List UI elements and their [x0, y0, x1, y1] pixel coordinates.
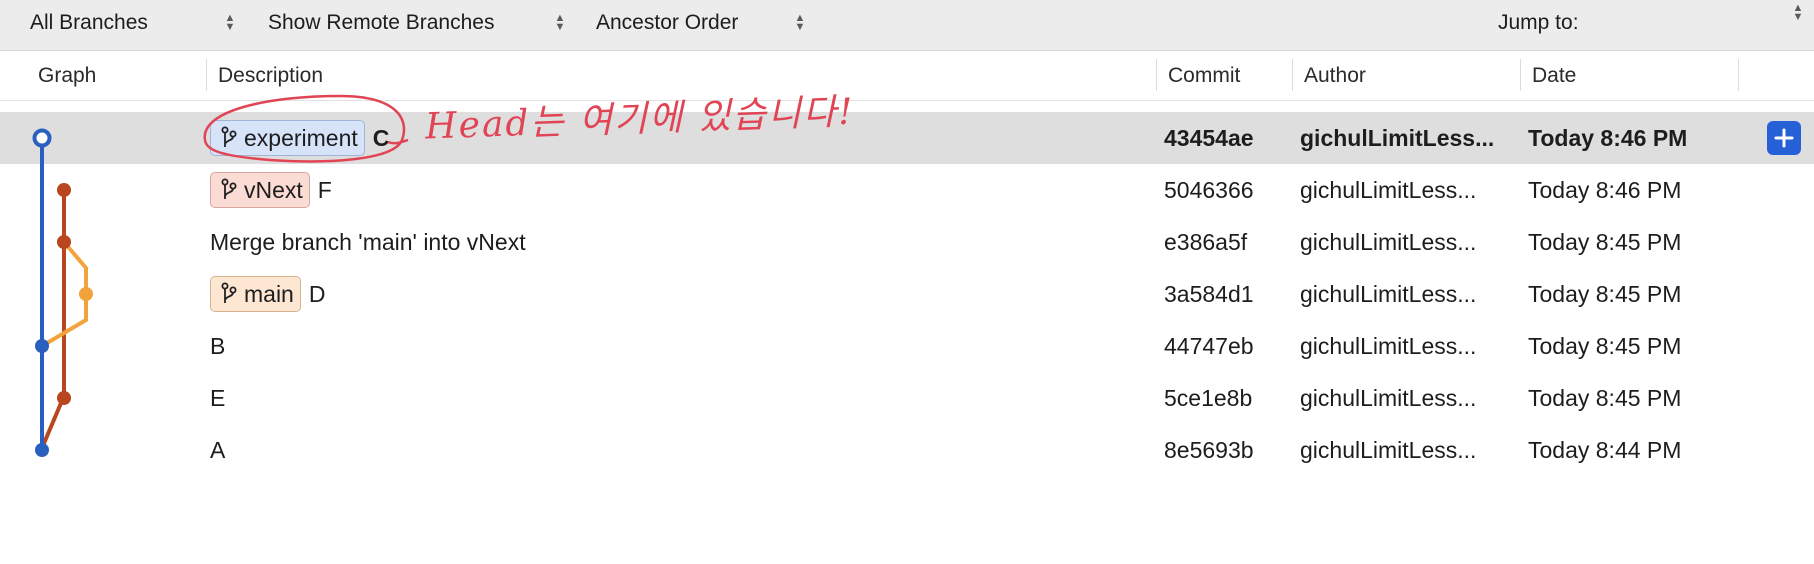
- commit-message: C: [372, 124, 390, 151]
- commit-row[interactable]: E 5ce1e8b gichulLimitLess... Today 8:45 …: [0, 372, 1814, 424]
- plus-icon: [1774, 128, 1794, 148]
- commit-node-head: [32, 128, 52, 148]
- branch-icon: [221, 178, 237, 199]
- column-commit[interactable]: Commit: [1168, 51, 1240, 100]
- description-cell: E: [210, 372, 225, 424]
- commit-row[interactable]: Merge branch 'main' into vNext e386a5f g…: [0, 216, 1814, 268]
- column-description[interactable]: Description: [218, 51, 323, 100]
- commit-author: gichulLimitLess...: [1300, 333, 1477, 359]
- commit-node: [35, 443, 49, 457]
- description-cell: experiment C: [210, 112, 389, 164]
- commit-author: gichulLimitLess...: [1300, 229, 1477, 255]
- commit-message: D: [308, 280, 326, 307]
- column-divider[interactable]: [1520, 59, 1521, 91]
- commit-date: Today 8:46 PM: [1528, 177, 1682, 203]
- commit-author: gichulLimitLess...: [1300, 437, 1477, 463]
- commit-author: gichulLimitLess...: [1300, 177, 1477, 203]
- description-cell: A: [210, 424, 225, 476]
- column-divider[interactable]: [1292, 59, 1293, 91]
- commit-message: E: [210, 384, 226, 411]
- commit-row-selected[interactable]: experiment C 43454ae gichulLimitLess... …: [0, 112, 1814, 164]
- commit-date: Today 8:46 PM: [1528, 125, 1688, 151]
- graph-line-vnext: [40, 190, 66, 449]
- commit-row[interactable]: main D 3a584d1 gichulLimitLess... Today …: [0, 268, 1814, 320]
- remote-branches-select[interactable]: Show Remote Branches: [268, 0, 494, 46]
- toolbar: All Branches ▲ ▼ Show Remote Branches ▲ ▼ …: [0, 0, 1814, 51]
- description-cell: vNext F: [210, 164, 332, 216]
- commit-node: [57, 391, 71, 405]
- description-cell: B: [210, 320, 225, 372]
- commit-hash: 5046366: [1164, 177, 1254, 203]
- commit-date: Today 8:45 PM: [1528, 333, 1682, 359]
- branch-tag-label: vNext: [244, 176, 303, 203]
- branch-tag-main[interactable]: main: [210, 276, 301, 312]
- commit-date: Today 8:45 PM: [1528, 281, 1682, 307]
- add-button[interactable]: [1767, 121, 1801, 155]
- commit-node: [57, 235, 71, 249]
- jump-to-chevron-icon[interactable]: ▲ ▼: [1790, 2, 1806, 24]
- commit-node: [35, 339, 49, 353]
- order-select-chevron-icon[interactable]: ▲ ▼: [792, 12, 808, 34]
- branch-tag-experiment[interactable]: experiment: [210, 120, 365, 156]
- commit-hash: 3a584d1: [1164, 281, 1254, 307]
- commit-date: Today 8:45 PM: [1528, 229, 1682, 255]
- commit-hash: 5ce1e8b: [1164, 385, 1253, 411]
- commit-message: B: [210, 332, 226, 359]
- order-select[interactable]: Ancestor Order: [596, 0, 738, 46]
- column-divider[interactable]: [1156, 59, 1157, 91]
- remote-select-chevron-icon[interactable]: ▲ ▼: [552, 12, 568, 34]
- branch-tag-vnext[interactable]: vNext: [210, 172, 310, 208]
- commit-message: Merge branch 'main' into vNext: [210, 228, 526, 255]
- commit-row[interactable]: vNext F 5046366 gichulLimitLess... Today…: [0, 164, 1814, 216]
- branch-icon: [221, 126, 237, 147]
- branch-icon: [221, 282, 237, 303]
- commit-hash: 8e5693b: [1164, 437, 1254, 463]
- commit-author: gichulLimitLess...: [1300, 125, 1495, 151]
- column-author[interactable]: Author: [1304, 51, 1366, 100]
- commit-date: Today 8:44 PM: [1528, 437, 1682, 463]
- description-cell: Merge branch 'main' into vNext: [210, 216, 526, 268]
- description-cell: main D: [210, 268, 325, 320]
- commit-message: A: [210, 436, 226, 463]
- commit-hash: 44747eb: [1164, 333, 1254, 359]
- commit-hash: e386a5f: [1164, 229, 1248, 255]
- commit-node: [79, 287, 93, 301]
- jump-to-select[interactable]: Jump to:: [1498, 0, 1579, 46]
- column-header: Graph Description Commit Author Date: [0, 51, 1814, 101]
- branches-select-chevron-icon[interactable]: ▲ ▼: [222, 12, 238, 34]
- commit-row[interactable]: B 44747eb gichulLimitLess... Today 8:45 …: [0, 320, 1814, 372]
- commit-author: gichulLimitLess...: [1300, 385, 1477, 411]
- commit-graph: [32, 128, 93, 457]
- column-date[interactable]: Date: [1532, 51, 1576, 100]
- branch-tag-label: main: [244, 280, 294, 307]
- commit-message: F: [317, 176, 332, 203]
- commit-node: [57, 183, 71, 197]
- commit-author: gichulLimitLess...: [1300, 281, 1477, 307]
- commit-date: Today 8:45 PM: [1528, 385, 1682, 411]
- column-divider[interactable]: [1738, 59, 1739, 91]
- branch-tag-label: experiment: [244, 124, 358, 151]
- commit-hash: 43454ae: [1164, 125, 1254, 151]
- commit-row[interactable]: A 8e5693b gichulLimitLess... Today 8:44 …: [0, 424, 1814, 476]
